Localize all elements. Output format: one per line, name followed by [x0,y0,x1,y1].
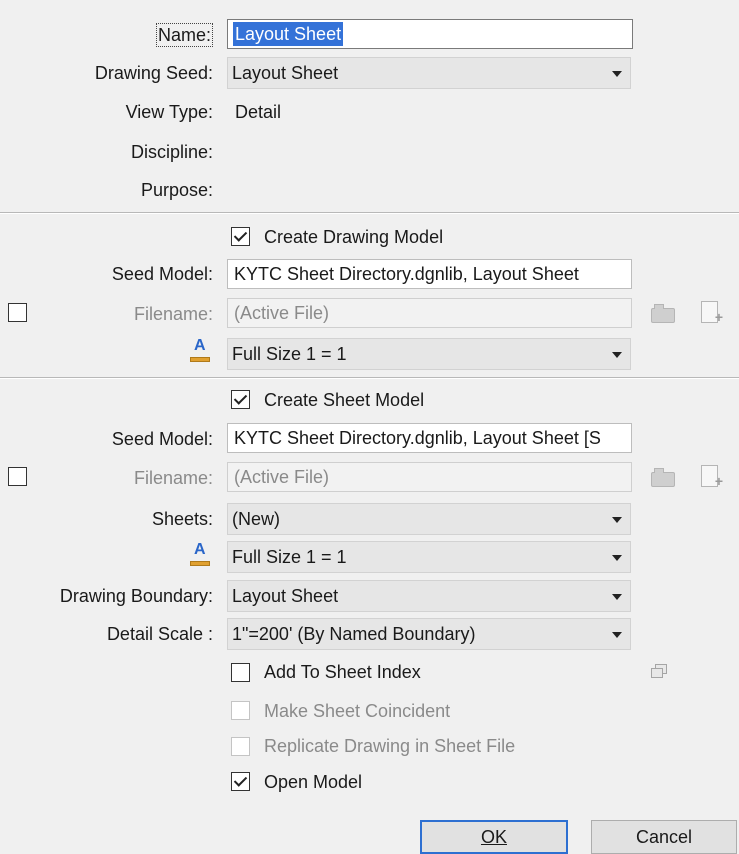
chevron-down-icon [612,632,622,638]
add-to-sheet-index-label: Add To Sheet Index [264,662,421,682]
drawing-boundary-label: Drawing Boundary: [59,586,213,606]
chevron-down-icon [612,555,622,561]
sheet-filename-checkbox[interactable] [8,467,27,486]
chevron-down-icon [612,352,622,358]
open-model-label: Open Model [264,772,363,792]
sheet-annotation-scale-select[interactable]: Full Size 1 = 1 [227,541,631,573]
ok-button-label: OK [480,827,507,847]
create-drawing-model-checkbox[interactable] [231,227,250,246]
drawing-seed-select[interactable]: Layout Sheet [227,57,631,89]
name-input[interactable]: Layout Sheet [227,19,633,49]
replicate-drawing-checkbox [231,737,250,756]
section-separator [0,377,739,379]
folder-icon [651,468,675,487]
create-sheet-model-checkbox[interactable] [231,390,250,409]
view-type-value: Detail [235,102,282,122]
drawing-filename-label: Filename: [133,304,213,324]
purpose-label: Purpose: [140,180,213,200]
drawing-annotation-scale-select[interactable]: Full Size 1 = 1 [227,338,631,370]
chevron-down-icon [612,594,622,600]
section-separator [0,212,739,214]
name-input-value: Layout Sheet [233,22,344,46]
checkmark-icon [233,391,248,405]
drawing-seed-label: Drawing Seed: [94,63,213,83]
new-file-icon: + [701,465,723,488]
folder-icon [651,304,675,323]
sheets-label: Sheets: [151,509,213,529]
drawing-filename-field: (Active File) [227,298,632,328]
sheets-value: (New) [232,509,280,529]
sheet-seed-model-label: Seed Model: [111,429,213,449]
drawing-seed-value: Layout Sheet [232,63,339,83]
open-model-checkbox[interactable] [231,772,250,791]
sheets-select[interactable]: (New) [227,503,631,535]
sheet-seed-model-field[interactable]: KYTC Sheet Directory.dgnlib, Layout Shee… [227,423,632,453]
drawing-boundary-select[interactable]: Layout Sheet [227,580,631,612]
chevron-down-icon [612,517,622,523]
checkmark-icon [233,228,248,242]
drawing-boundary-value: Layout Sheet [232,586,339,606]
name-label: Name: [155,23,213,47]
detail-scale-select[interactable]: 1"=200' (By Named Boundary) [227,618,631,650]
drawing-seed-model-field[interactable]: KYTC Sheet Directory.dgnlib, Layout Shee… [227,259,632,289]
discipline-label: Discipline: [130,142,213,162]
checkmark-icon [233,773,248,787]
sheet-index-icon[interactable] [651,664,667,678]
detail-scale-value: 1"=200' (By Named Boundary) [232,624,476,644]
detail-scale-label: Detail Scale : [106,624,213,644]
drawing-annotation-scale-value: Full Size 1 = 1 [232,344,347,364]
create-sheet-model-label: Create Sheet Model [264,390,425,410]
sheet-annotation-scale-value: Full Size 1 = 1 [232,547,347,567]
replicate-drawing-label: Replicate Drawing in Sheet File [264,736,516,756]
add-to-sheet-index-checkbox[interactable] [231,663,250,682]
chevron-down-icon [612,71,622,77]
make-sheet-coincident-checkbox [231,701,250,720]
annotation-scale-icon: A [189,337,211,366]
make-sheet-coincident-label: Make Sheet Coincident [264,701,451,721]
annotation-scale-icon: A [189,541,211,570]
create-drawing-model-label: Create Drawing Model [264,227,444,247]
sheet-filename-label: Filename: [133,468,213,488]
new-file-icon: + [701,301,723,324]
drawing-seed-model-label: Seed Model: [111,264,213,284]
drawing-filename-checkbox[interactable] [8,303,27,322]
view-type-label: View Type: [125,102,213,122]
sheet-filename-field: (Active File) [227,462,632,492]
